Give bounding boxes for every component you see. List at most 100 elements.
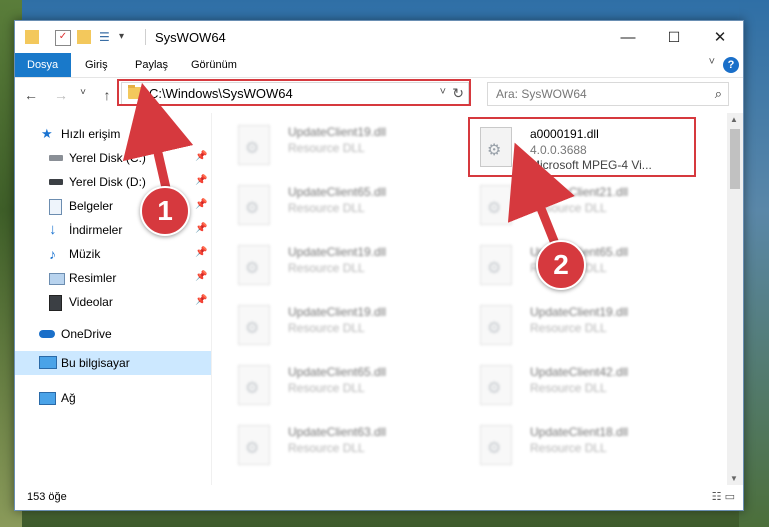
sidebar-item-this-pc[interactable]: Bu bilgisayar: [15, 351, 211, 375]
help-icon[interactable]: ?: [723, 57, 739, 73]
dll-file-icon: [480, 425, 512, 465]
dll-file-icon: [238, 305, 270, 345]
file-name: UpdateClient65.dll: [288, 365, 387, 379]
recent-locations-button[interactable]: ˅: [75, 87, 91, 98]
search-placeholder[interactable]: Ara: SysWOW64: [496, 87, 587, 101]
ribbon-tabs: Dosya Giriş Paylaş Görünüm ˅ ?: [15, 53, 743, 78]
file-name: UpdateClient19.dll: [288, 125, 387, 139]
search-icon[interactable]: ⌕: [715, 86, 722, 102]
list-item[interactable]: UpdateClient21.dll Resource DLL: [472, 179, 704, 229]
details-view-icon[interactable]: ☷: [712, 491, 722, 503]
sidebar-item-label: İndirmeler: [69, 223, 123, 237]
sidebar-item-videos[interactable]: Videolar 📌: [15, 291, 211, 313]
properties-icon[interactable]: ✓: [55, 30, 71, 46]
tab-share[interactable]: Paylaş: [123, 53, 180, 77]
quick-access-dropdown-icon[interactable]: ▾: [119, 30, 133, 44]
sidebar-item-onedrive[interactable]: OneDrive: [15, 323, 211, 345]
sidebar-item-label: Müzik: [69, 247, 101, 261]
file-list: UpdateClient19.dll Resource DLL UpdateCl…: [220, 113, 728, 485]
pane-separator: [211, 113, 212, 485]
computer-icon: [39, 356, 57, 369]
drive-icon: [49, 179, 63, 185]
pin-icon[interactable]: 📌: [195, 199, 207, 210]
list-item[interactable]: UpdateClient19.dll Resource DLL: [230, 299, 462, 349]
list-item[interactable]: UpdateClient19.dll Resource DLL: [230, 239, 462, 289]
selected-file-highlight-box: [468, 117, 696, 177]
list-item[interactable]: UpdateClient65.dll Resource DLL: [230, 359, 462, 409]
sidebar-item-label: Videolar: [69, 295, 113, 309]
sidebar-item-label: Resimler: [69, 271, 117, 285]
forward-button[interactable]: →: [53, 87, 69, 103]
sidebar-item-local-disk-d[interactable]: Yerel Disk (D:) 📌: [15, 171, 211, 193]
dll-file-icon: [480, 245, 512, 285]
step-1-badge: 1: [140, 186, 190, 236]
pin-icon[interactable]: 📌: [195, 175, 207, 186]
file-name: UpdateClient18.dll: [530, 425, 629, 439]
sidebar-item-music[interactable]: ♪ Müzik 📌: [15, 243, 211, 265]
ribbon-collapse-icon[interactable]: ˅: [709, 56, 715, 68]
large-icons-view-icon[interactable]: ▭: [725, 491, 735, 503]
file-type: Resource DLL: [288, 321, 365, 335]
list-item[interactable]: UpdateClient65.dll Resource DLL: [472, 239, 704, 289]
vertical-scrollbar[interactable]: ▲ ▼: [727, 113, 743, 485]
tab-home[interactable]: Giriş: [73, 53, 120, 77]
customize-quick-access-icon[interactable]: ☰: [99, 30, 113, 44]
cloud-icon: [39, 330, 55, 338]
download-icon: ↓: [49, 221, 57, 238]
navigation-pane: ★ Hızlı erişim Yerel Disk (C:) 📌 Yerel D…: [15, 113, 211, 485]
item-count: 153 öğe: [27, 491, 67, 503]
step-2-badge: 2: [536, 240, 586, 290]
file-name: UpdateClient65.dll: [288, 185, 387, 199]
file-name: UpdateClient63.dll: [288, 425, 387, 439]
list-item[interactable]: UpdateClient18.dll Resource DLL: [472, 419, 704, 469]
file-type: Resource DLL: [288, 141, 365, 155]
scroll-down-icon[interactable]: ▼: [730, 474, 738, 483]
sidebar-item-label: Yerel Disk (C:): [69, 151, 146, 165]
dll-file-icon: [480, 365, 512, 405]
pin-icon[interactable]: 📌: [195, 295, 207, 306]
list-item[interactable]: UpdateClient19.dll Resource DLL: [472, 299, 704, 349]
pin-icon[interactable]: 📌: [195, 247, 207, 258]
dll-file-icon: [238, 125, 270, 165]
sidebar-item-label: Belgeler: [69, 199, 114, 213]
title-bar: ✓ ☰ ▾ SysWOW64 — ☐ ✕: [15, 21, 743, 53]
tab-file[interactable]: Dosya: [15, 53, 71, 77]
file-type: Resource DLL: [530, 321, 607, 335]
pin-icon[interactable]: 📌: [195, 223, 207, 234]
scroll-thumb[interactable]: [730, 129, 740, 189]
minimize-button[interactable]: —: [605, 21, 651, 53]
list-item[interactable]: UpdateClient19.dll Resource DLL: [230, 119, 462, 169]
file-type: Resource DLL: [288, 441, 365, 455]
pin-icon[interactable]: 📌: [195, 151, 207, 162]
maximize-button[interactable]: ☐: [651, 21, 697, 53]
scroll-up-icon[interactable]: ▲: [730, 115, 738, 124]
list-item[interactable]: UpdateClient42.dll Resource DLL: [472, 359, 704, 409]
sidebar-item-label: Ağ: [61, 391, 76, 405]
dll-file-icon: [238, 245, 270, 285]
back-button[interactable]: ←: [23, 87, 39, 103]
file-type: Resource DLL: [530, 441, 607, 455]
sidebar-item-label: OneDrive: [61, 327, 112, 341]
tab-view[interactable]: Görünüm: [179, 53, 249, 77]
sidebar-item-label: Bu bilgisayar: [61, 356, 130, 370]
dll-file-icon: [238, 365, 270, 405]
search-box[interactable]: Ara: SysWOW64 ⌕: [487, 82, 729, 106]
sidebar-item-pictures[interactable]: Resimler 📌: [15, 267, 211, 289]
list-item[interactable]: UpdateClient65.dll Resource DLL: [230, 179, 462, 229]
sidebar-item-quick-access[interactable]: ★ Hızlı erişim: [15, 123, 211, 145]
close-button[interactable]: ✕: [697, 21, 743, 53]
title-separator: [145, 29, 146, 45]
up-button[interactable]: ↑: [99, 87, 115, 103]
sidebar-item-local-disk-c[interactable]: Yerel Disk (C:) 📌: [15, 147, 211, 169]
file-name: UpdateClient19.dll: [288, 305, 387, 319]
new-folder-icon[interactable]: [77, 30, 91, 44]
file-name: UpdateClient21.dll: [530, 185, 629, 199]
list-item[interactable]: UpdateClient63.dll Resource DLL: [230, 419, 462, 469]
sidebar-item-network[interactable]: Ağ: [15, 387, 211, 409]
file-name: UpdateClient19.dll: [530, 305, 629, 319]
video-icon: [49, 295, 62, 311]
file-type: Resource DLL: [530, 381, 607, 395]
pin-icon[interactable]: 📌: [195, 271, 207, 282]
folder-icon: [25, 30, 39, 44]
dll-file-icon: [238, 425, 270, 465]
